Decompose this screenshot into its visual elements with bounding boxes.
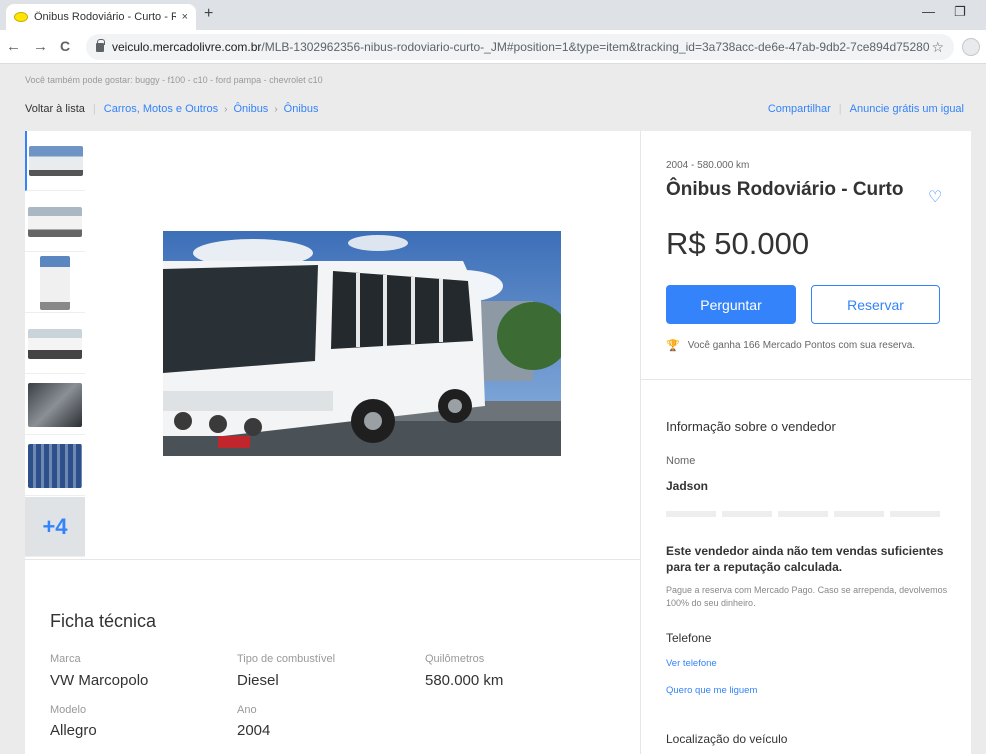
tab-strip: Ônibus Rodoviário - Curto - R$ 5 × + — ❐ xyxy=(0,0,986,30)
back-arrow-icon[interactable]: ← xyxy=(6,38,21,55)
call-me-link[interactable]: Quero que me liguem xyxy=(666,685,757,696)
profile-avatar-icon[interactable] xyxy=(962,38,980,56)
gallery-panel: +4 xyxy=(25,131,640,559)
points-text: Você ganha 166 Mercado Pontos com sua re… xyxy=(687,340,916,351)
favorite-heart-icon[interactable]: ♡ xyxy=(928,187,942,207)
chevron-right-icon: › xyxy=(224,103,228,115)
thumbnail-1[interactable] xyxy=(25,131,85,191)
phone-label: Telefone xyxy=(666,631,712,645)
spec-marca-value: VW Marcopolo xyxy=(50,672,149,689)
thumbnail-more[interactable]: +4 xyxy=(25,497,85,557)
related-searches[interactable]: Você também pode gostar: buggy - f100 - … xyxy=(25,75,323,85)
share-link[interactable]: Compartilhar xyxy=(768,103,831,115)
browser-tab[interactable]: Ônibus Rodoviário - Curto - R$ 5 × xyxy=(6,4,196,30)
spec-km-label: Quilômetros xyxy=(425,653,485,665)
thumbnail-5[interactable] xyxy=(25,375,85,435)
breadcrumb-item-category[interactable]: Carros, Motos e Outros xyxy=(104,103,218,115)
url-path: /MLB-1302962356-nibus-rodoviario-curto-_… xyxy=(261,40,930,54)
listing-title: Ônibus Rodoviário - Curto xyxy=(666,179,904,200)
back-to-list-link[interactable]: Voltar à lista xyxy=(25,103,85,115)
technical-specs: Ficha técnica Marca VW Marcopolo Tipo de… xyxy=(25,559,640,754)
spec-ano-label: Ano xyxy=(237,704,257,716)
reserve-button[interactable]: Reservar xyxy=(811,285,940,324)
breadcrumb: Voltar à lista | Carros, Motos e Outros … xyxy=(25,103,319,115)
bus-photo-illustration xyxy=(163,231,561,456)
actions-divider: | xyxy=(838,103,842,115)
trophy-icon: 🏆 xyxy=(666,340,680,352)
spec-km-value: 580.000 km xyxy=(425,672,504,689)
seller-name-label: Nome xyxy=(666,455,696,467)
reload-icon[interactable]: C xyxy=(60,38,70,54)
payment-guarantee-text: Pague a reserva com Mercado Pago. Caso s… xyxy=(666,585,948,608)
sidebar-divider xyxy=(641,379,972,380)
reputation-thermometer xyxy=(666,511,940,517)
forward-arrow-icon[interactable]: → xyxy=(33,38,48,55)
new-tab-icon[interactable]: + xyxy=(204,5,213,23)
close-tab-icon[interactable]: × xyxy=(182,11,188,23)
spec-combustivel-label: Tipo de combustível xyxy=(237,653,336,665)
ask-button[interactable]: Perguntar xyxy=(666,285,796,324)
seller-section-title: Informação sobre o vendedor xyxy=(666,419,836,434)
restore-icon[interactable]: ❐ xyxy=(954,4,966,20)
thumbnail-4[interactable] xyxy=(25,314,85,374)
spec-marca-label: Marca xyxy=(50,653,81,665)
reputation-text: Este vendedor ainda não tem vendas sufic… xyxy=(666,544,944,574)
specs-title: Ficha técnica xyxy=(50,611,157,631)
thumbnail-6[interactable] xyxy=(25,436,85,496)
seller-name: Jadson xyxy=(666,479,709,493)
url-host: veiculo.mercadolivre.com.br xyxy=(112,40,262,54)
advertise-link[interactable]: Anuncie grátis um igual xyxy=(850,103,964,115)
chevron-right-icon: › xyxy=(274,103,278,115)
listing-price: R$ 50.000 xyxy=(666,226,810,261)
breadcrumb-item-onibus-2[interactable]: Ônibus xyxy=(284,103,319,115)
minimize-icon[interactable]: — xyxy=(922,4,935,19)
spec-modelo-value: Allegro xyxy=(50,722,97,739)
vehicle-location-label: Localização do veículo xyxy=(666,732,788,746)
spec-modelo-label: Modelo xyxy=(50,704,87,716)
see-phone-link[interactable]: Ver telefone xyxy=(666,658,717,669)
bookmark-star-icon[interactable]: ☆ xyxy=(931,39,944,56)
browser-toolbar: ← → C veiculo.mercadolivre.com.br /MLB-1… xyxy=(0,30,986,64)
thumbnail-3[interactable] xyxy=(25,253,85,313)
more-photos-count: +4 xyxy=(42,513,68,539)
mercadolivre-favicon-icon xyxy=(14,12,28,22)
mercado-points-note: 🏆 Você ganha 166 Mercado Pontos com sua … xyxy=(666,339,915,352)
tab-title: Ônibus Rodoviário - Curto - R$ 5 xyxy=(34,11,176,23)
breadcrumb-divider: | xyxy=(92,103,96,115)
main-photo[interactable] xyxy=(163,231,561,456)
listing-actions: Compartilhar | Anuncie grátis um igual xyxy=(768,103,964,115)
thumbnail-2[interactable] xyxy=(25,192,85,252)
lock-icon xyxy=(96,38,105,52)
breadcrumb-item-onibus[interactable]: Ônibus xyxy=(233,103,268,115)
listing-sidebar: 2004 - 580.000 km Ônibus Rodoviário - Cu… xyxy=(640,131,972,754)
spec-ano-value: 2004 xyxy=(237,722,271,739)
spec-combustivel-value: Diesel xyxy=(237,672,279,689)
listing-subtitle: 2004 - 580.000 km xyxy=(666,160,750,171)
address-bar[interactable]: veiculo.mercadolivre.com.br /MLB-1302962… xyxy=(86,34,954,60)
